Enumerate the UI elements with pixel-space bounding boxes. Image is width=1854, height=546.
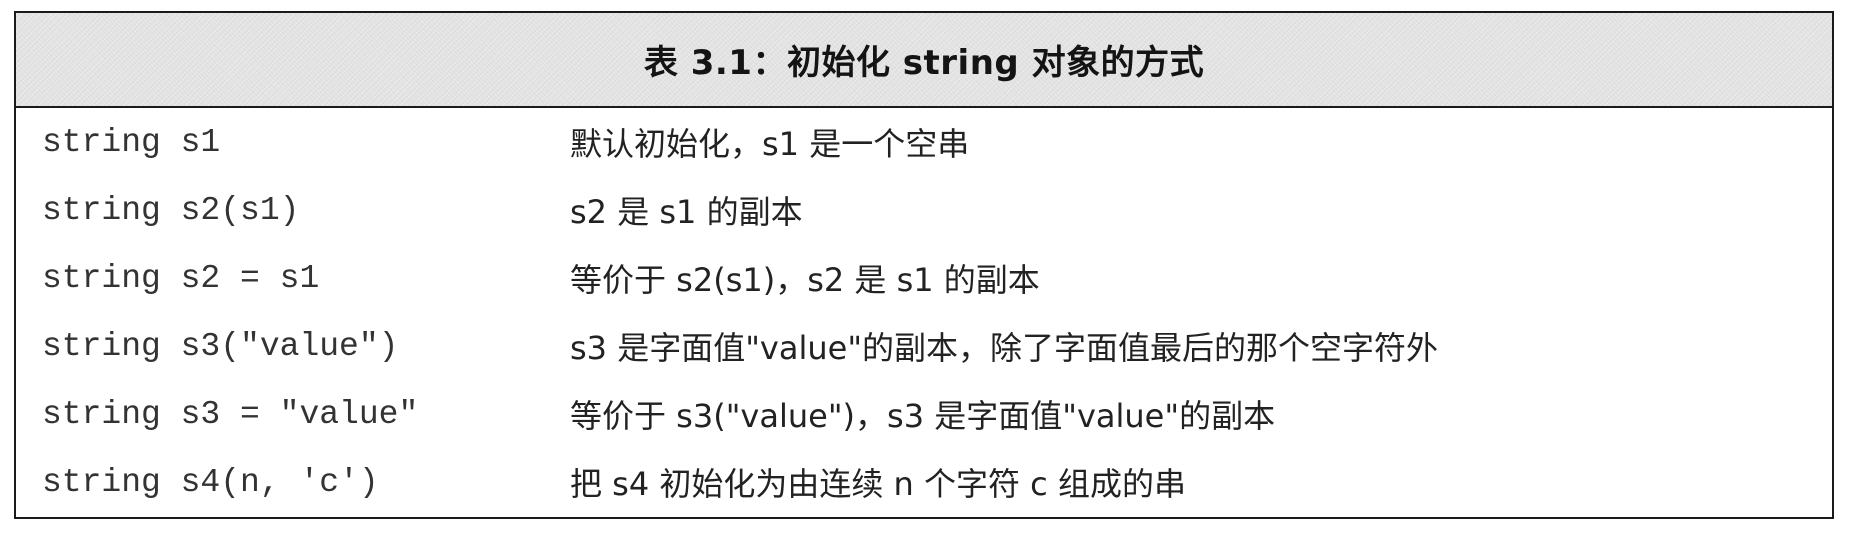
code-cell: string s4(n, 'c') <box>42 463 379 501</box>
table-row: string s4(n, 'c') 把 s4 初始化为由连续 n 个字符 c 组… <box>16 448 1832 516</box>
table-caption: 表 3.1：初始化 string 对象的方式 <box>643 43 1205 83</box>
table-row: string s3 = "value" 等价于 s3("value")，s3 是… <box>16 380 1832 448</box>
description-cell: 把 s4 初始化为由连续 n 个字符 c 组成的串 <box>570 465 1186 503</box>
description-cell: s2 是 s1 的副本 <box>570 193 803 231</box>
code-cell: string s3("value") <box>42 327 399 365</box>
code-cell: string s2(s1) <box>42 191 300 229</box>
table-row: string s2 = s1 等价于 s2(s1)，s2 是 s1 的副本 <box>16 244 1832 312</box>
code-cell: string s2 = s1 <box>42 259 320 297</box>
code-cell: string s3 = "value" <box>42 395 419 433</box>
table-row: string s2(s1) s2 是 s1 的副本 <box>16 176 1832 244</box>
description-cell: s3 是字面值"value"的副本，除了字面值最后的那个空字符外 <box>570 329 1439 367</box>
description-cell: 等价于 s2(s1)，s2 是 s1 的副本 <box>570 261 1040 299</box>
code-cell: string s1 <box>42 123 221 161</box>
table-row: string s1 默认初始化，s1 是一个空串 <box>16 108 1832 176</box>
string-init-table: 表 3.1：初始化 string 对象的方式 string s1 默认初始化，s… <box>14 11 1834 519</box>
description-cell: 等价于 s3("value")，s3 是字面值"value"的副本 <box>570 397 1276 435</box>
table-caption-bar: 表 3.1：初始化 string 对象的方式 <box>16 13 1832 108</box>
table-body: string s1 默认初始化，s1 是一个空串 string s2(s1) s… <box>16 108 1832 516</box>
table-row: string s3("value") s3 是字面值"value"的副本，除了字… <box>16 312 1832 380</box>
description-cell: 默认初始化，s1 是一个空串 <box>570 125 970 163</box>
